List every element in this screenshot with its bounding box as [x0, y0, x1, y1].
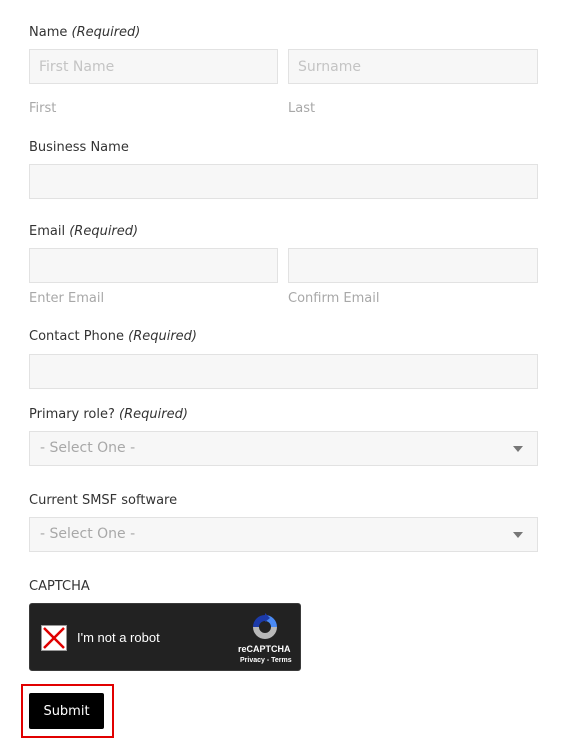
smsf-software-label: Current SMSF software	[29, 493, 177, 508]
recaptcha-checkbox[interactable]	[41, 625, 67, 651]
email-label-text: Email	[29, 224, 66, 239]
primary-role-required-note: (Required)	[119, 407, 188, 422]
primary-role-selected-value: - Select One -	[40, 440, 136, 456]
name-label-text: Name	[29, 25, 68, 40]
submit-button[interactable]: Submit	[29, 693, 104, 729]
chevron-down-icon	[513, 532, 523, 538]
confirm-email-input[interactable]	[288, 248, 538, 283]
primary-role-label: Primary role? (Required)	[29, 407, 188, 422]
confirm-email-sublabel: Confirm Email	[288, 291, 380, 306]
email-label: Email (Required)	[29, 224, 138, 239]
recaptcha-brand: reCAPTCHA	[238, 644, 291, 654]
recaptcha-checkbox-label: I'm not a robot	[77, 630, 160, 645]
chevron-down-icon	[513, 446, 523, 452]
contact-phone-label-text: Contact Phone	[29, 329, 124, 344]
last-sublabel: Last	[288, 101, 316, 116]
email-required-note: (Required)	[69, 224, 139, 239]
smsf-software-label-text: Current SMSF software	[29, 493, 178, 508]
recaptcha-logo-icon	[253, 613, 277, 639]
contact-phone-label: Contact Phone (Required)	[29, 329, 197, 344]
primary-role-select[interactable]: - Select One -	[29, 431, 538, 466]
error-cross-icon	[43, 627, 65, 649]
first-sublabel: First	[29, 101, 57, 116]
enter-email-sublabel: Enter Email	[29, 291, 105, 306]
business-name-input[interactable]	[29, 164, 538, 199]
captcha-label-text: CAPTCHA	[29, 579, 90, 594]
smsf-software-selected-value: - Select One -	[40, 526, 136, 542]
recaptcha-widget: I'm not a robot reCAPTCHA Privacy - Term…	[29, 603, 301, 671]
first-name-input[interactable]	[29, 49, 278, 84]
name-required-note: (Required)	[71, 25, 141, 40]
enter-email-input[interactable]	[29, 248, 278, 283]
surname-input[interactable]	[288, 49, 538, 84]
recaptcha-privacy-terms-link[interactable]: Privacy - Terms	[240, 657, 292, 664]
name-label: Name (Required)	[29, 25, 140, 40]
business-name-label: Business Name	[29, 140, 129, 155]
contact-phone-required-note: (Required)	[128, 329, 197, 344]
primary-role-label-text: Primary role?	[29, 407, 115, 422]
captcha-label: CAPTCHA	[29, 579, 90, 594]
contact-phone-input[interactable]	[29, 354, 538, 389]
smsf-software-select[interactable]: - Select One -	[29, 517, 538, 552]
business-name-label-text: Business Name	[29, 140, 129, 155]
